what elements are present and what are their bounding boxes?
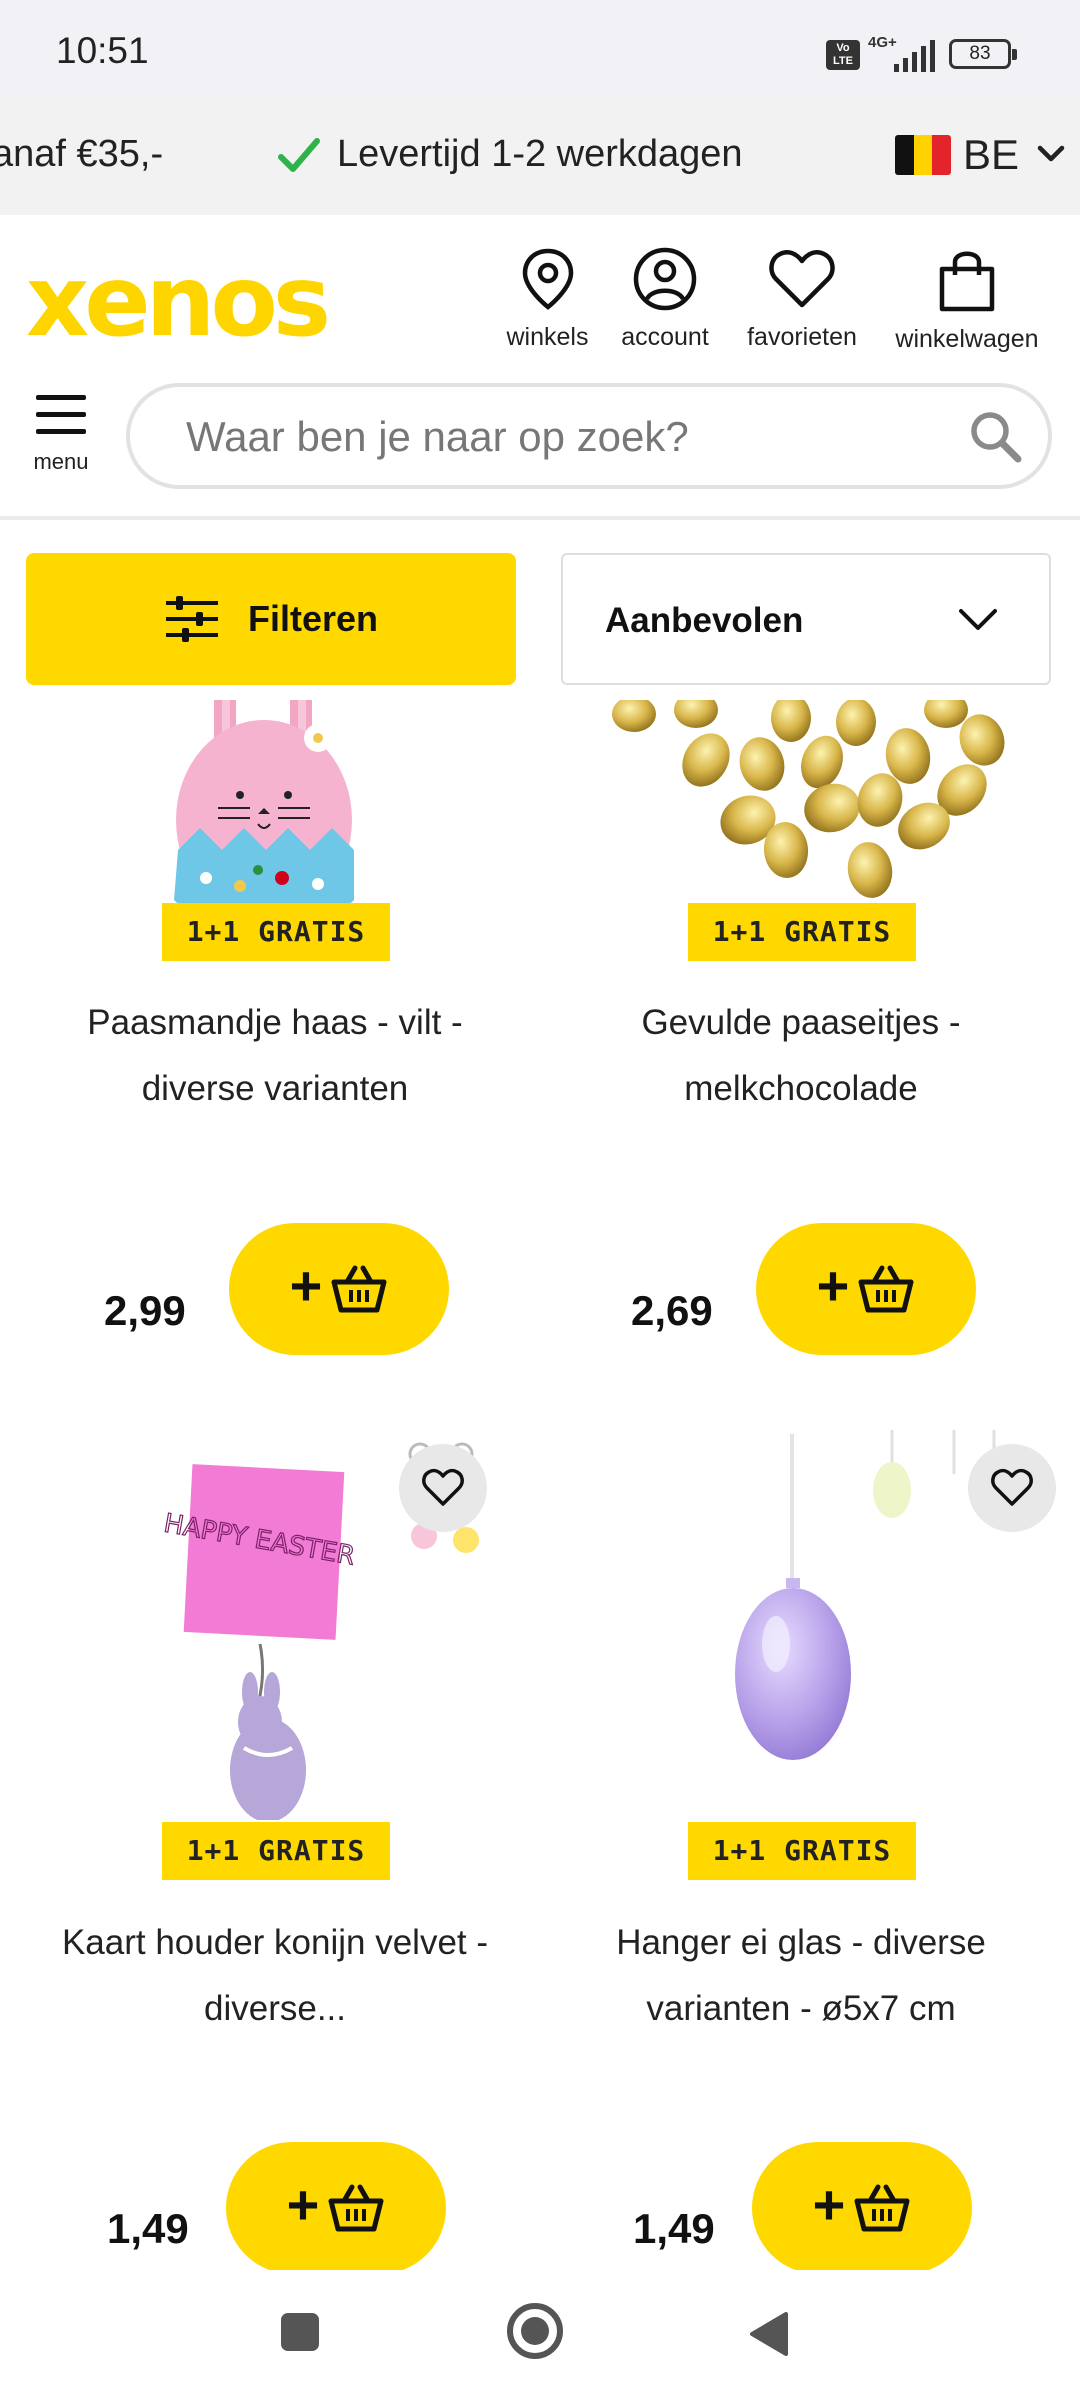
- cart-label: winkelwagen: [895, 325, 1039, 353]
- promo-bar: anaf €35,- Levertijd 1-2 werkdagen BE: [0, 95, 1080, 215]
- product-price: 1,49: [107, 2205, 189, 2252]
- product-card[interactable]: 1+1 GRATIS Paasmandje haas - vilt - dive…: [0, 700, 540, 1400]
- home-icon[interactable]: [506, 2302, 564, 2360]
- volte-icon: Vo LTE: [826, 40, 860, 70]
- product-price: 2,69: [631, 1287, 713, 1334]
- heart-icon: [991, 1468, 1033, 1506]
- account-link[interactable]: account: [615, 247, 715, 352]
- favorite-button[interactable]: [399, 1444, 487, 1532]
- promo-delivery-text: Levertijd 1-2 werkdagen: [337, 133, 743, 175]
- product-card[interactable]: 1+1 GRATIS Hanger ei glas - diverse vari…: [526, 1430, 1066, 2270]
- menu-button[interactable]: menu: [22, 393, 100, 475]
- user-icon: [633, 247, 697, 311]
- recents-icon[interactable]: [278, 2310, 322, 2354]
- plus-icon: +: [812, 2173, 846, 2236]
- battery-icon: 83: [949, 39, 1017, 69]
- add-to-cart-button[interactable]: +: [226, 2142, 446, 2270]
- basket-icon: [858, 1265, 914, 1313]
- stores-label: winkels: [506, 323, 589, 351]
- status-time: 10:51: [56, 30, 149, 71]
- favorites-link[interactable]: favorieten: [738, 247, 866, 352]
- favorite-button[interactable]: [968, 1444, 1056, 1532]
- basket-icon: [331, 1265, 387, 1313]
- promo-badge: 1+1 GRATIS: [688, 903, 916, 961]
- product-card[interactable]: 1+1 GRATIS Gevulde paaseitjes - melkchoc…: [526, 700, 1066, 1400]
- belgium-flag-icon[interactable]: [895, 135, 951, 175]
- search-icon[interactable]: [968, 409, 1024, 465]
- account-label: account: [621, 323, 709, 351]
- sort-label: Aanbevolen: [605, 601, 804, 640]
- plus-icon: +: [816, 1254, 850, 1317]
- status-bar: 10:51 Vo LTE 4G+ 83: [0, 0, 1080, 95]
- chevron-down-icon[interactable]: [1036, 143, 1066, 165]
- chevron-down-icon: [959, 609, 997, 630]
- product-grid: 1+1 GRATIS Paasmandje haas - vilt - dive…: [0, 700, 1080, 2270]
- add-to-cart-button[interactable]: +: [229, 1223, 449, 1355]
- hamburger-icon: [36, 395, 86, 434]
- shopping-bag-icon: [939, 251, 995, 312]
- basket-icon: [854, 2184, 910, 2232]
- add-to-cart-button[interactable]: +: [752, 2142, 972, 2270]
- search-input[interactable]: [186, 411, 946, 463]
- signal-icon: [894, 40, 935, 72]
- filter-button[interactable]: Filteren: [26, 553, 516, 685]
- product-title[interactable]: Hanger ei glas - diverse varianten - ø5x…: [556, 1910, 1046, 2042]
- location-pin-icon: [522, 248, 573, 310]
- product-title[interactable]: Gevulde paaseitjes - melkchocolade: [556, 990, 1046, 1122]
- add-to-cart-button[interactable]: +: [756, 1223, 976, 1355]
- promo-shipping-text: anaf €35,-: [0, 133, 164, 175]
- product-price: 1,49: [633, 2205, 715, 2252]
- product-price: 2,99: [104, 1287, 186, 1334]
- favorites-label: favorieten: [747, 323, 857, 351]
- filter-label: Filteren: [247, 598, 379, 639]
- country-selector[interactable]: BE: [963, 131, 1019, 179]
- basket-icon: [328, 2184, 384, 2232]
- xenos-logo[interactable]: xenos: [26, 253, 331, 351]
- sliders-icon: [165, 596, 218, 642]
- plus-icon: +: [289, 1254, 323, 1317]
- cart-link[interactable]: winkelwagen: [886, 247, 1048, 354]
- heart-icon: [769, 250, 835, 308]
- search-bar[interactable]: [126, 383, 1052, 489]
- promo-badge: 1+1 GRATIS: [688, 1822, 916, 1880]
- product-title[interactable]: Paasmandje haas - vilt - diverse variant…: [30, 990, 520, 1122]
- system-nav-bar: [0, 2270, 1080, 2400]
- promo-badge: 1+1 GRATIS: [162, 1822, 390, 1880]
- heart-icon: [422, 1468, 464, 1506]
- menu-label: menu: [33, 449, 89, 474]
- product-title[interactable]: Kaart houder konijn velvet - diverse...: [30, 1910, 520, 2042]
- promo-badge: 1+1 GRATIS: [162, 903, 390, 961]
- site-header: xenos winkels account favorieten winkelw…: [0, 215, 1080, 520]
- plus-icon: +: [286, 2173, 320, 2236]
- stores-link[interactable]: winkels: [505, 247, 590, 352]
- check-icon: [278, 138, 320, 172]
- product-card[interactable]: HAPPY EASTER 1+1 GRATIS Kaart houder kon…: [0, 1430, 540, 2270]
- sort-dropdown[interactable]: Aanbevolen: [561, 553, 1051, 685]
- back-icon[interactable]: [746, 2310, 790, 2358]
